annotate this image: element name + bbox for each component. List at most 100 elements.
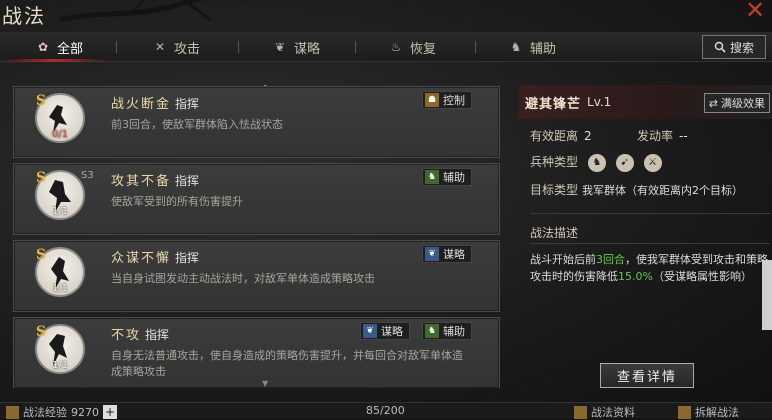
scroll-down-icon[interactable]: ▼: [262, 379, 268, 388]
horse-icon: ♞: [510, 40, 522, 54]
tag-label: 谋略: [443, 248, 465, 261]
desc-text: 战斗开始后前: [530, 253, 596, 266]
tag-scheme: ❦ 谋略: [360, 322, 410, 340]
scheme-icon: ❦: [363, 324, 377, 338]
tag-assist: ♞ 辅助: [422, 168, 472, 186]
tab-separator: [116, 41, 117, 53]
all-icon: ✿: [37, 40, 49, 54]
tab-scheme[interactable]: ❦ 谋略: [272, 32, 320, 62]
exp-icon: [6, 405, 19, 419]
range-row: 有效距离 2: [530, 127, 592, 144]
search-label: 搜索: [729, 40, 754, 55]
tactic-name: 不攻 指挥: [111, 324, 169, 343]
tactic-role: 指挥: [145, 328, 170, 342]
page-title: 战法: [2, 4, 46, 28]
decompose-icon: [678, 405, 691, 419]
tab-assist[interactable]: ♞ 辅助: [508, 32, 556, 62]
grade-badge: S: [36, 170, 47, 186]
tactic-detail-panel: 避其锋芒 Lv.1 ⇄ 满级效果 有效距离 2 发动率 -- 兵种类型 ♞ ➹ ⚔ …: [519, 85, 772, 395]
desc-title-text: 战法描述: [530, 226, 579, 240]
tactic-desc: 自身无法普通攻击，使自身造成的策略伤害提升，并每回合对敌军单体造成策略攻击: [111, 349, 463, 378]
grade-badge: S: [36, 247, 47, 263]
owned-count: 1/1: [52, 360, 69, 371]
rate-row: 发动率 --: [637, 127, 688, 144]
tactic-desc: 当自身试图发动主动战法时，对敌军单体造成策略攻击: [111, 272, 375, 285]
close-icon: ✕: [744, 0, 766, 24]
season-badge: S3: [81, 170, 94, 181]
tactic-name: 众谋不懈 指挥: [111, 247, 199, 266]
exp-value: 9270: [71, 405, 99, 419]
tab-recover-label: 恢复: [410, 41, 437, 57]
owned-count: 0/1: [52, 129, 69, 140]
tag-label: 辅助: [443, 171, 465, 184]
tag-label: 辅助: [443, 325, 465, 338]
spear-icon: ⚔: [643, 153, 662, 172]
rate-value: --: [679, 129, 688, 143]
tab-attack-label: 攻击: [174, 41, 201, 57]
book-icon: [574, 405, 587, 419]
detail-header: 避其锋芒 Lv.1 ⇄ 满级效果: [519, 85, 772, 119]
desc-title: 战法描述: [530, 224, 578, 241]
tactics-list[interactable]: ▲ S 0/1 战火断金指挥 前3回合，使敌军群体陷入怯战状态 ☗控制 S S3…: [10, 85, 503, 388]
desc-text: （受谋略属性影响）: [652, 270, 752, 283]
bottom-bar: 战法经验 9270 + 85/200 战法资料 拆解战法: [0, 402, 772, 419]
target-row: 目标类型 我军群体（有效距离内2个目标）: [530, 181, 743, 198]
tactic-name: 战火断金 指挥: [111, 93, 199, 112]
tab-separator: [355, 41, 356, 53]
target-value: 我军群体（有效距离内2个目标）: [582, 184, 744, 197]
add-exp-button[interactable]: +: [103, 405, 117, 419]
tactic-name-text: 战火断金: [111, 97, 172, 112]
tag-scheme: ❦ 谋略: [422, 245, 472, 263]
tactic-desc: 前3回合，使敌军群体陷入怯战状态: [111, 118, 283, 131]
tactic-role: 指挥: [175, 174, 200, 188]
tag-label: 控制: [443, 94, 465, 107]
assist-icon: ♞: [425, 170, 439, 184]
tab-scheme-label: 谋略: [294, 41, 321, 57]
switch-icon: ⇄: [708, 96, 718, 110]
tab-separator: [238, 41, 239, 53]
search-icon: [714, 41, 726, 53]
detail-name: 避其锋芒: [525, 96, 582, 112]
search-button[interactable]: 搜索: [702, 35, 766, 59]
detail-level: Lv.1: [587, 95, 612, 109]
tab-bar: ✿ 全部 ✕ 攻击 ❦ 谋略 ♨ 恢复 ♞ 辅助 搜索: [0, 32, 772, 62]
tactic-role: 指挥: [175, 97, 200, 111]
tactic-role: 指挥: [175, 251, 200, 265]
tactic-desc: 使敌军受到的所有伤害提升: [111, 195, 243, 208]
close-button[interactable]: ✕: [744, 0, 766, 22]
active-tab-indicator: [0, 59, 110, 62]
view-details-button[interactable]: 查看详情: [600, 363, 694, 388]
capacity-display: 85/200: [366, 404, 405, 417]
tactic-name-text: 攻其不备: [111, 174, 172, 189]
tactic-card[interactable]: S 1/1 众谋不懈 指挥 当自身试图发动主动战法时，对敌军单体造成策略攻击 ❦ 谋…: [13, 240, 500, 312]
tactic-card[interactable]: S S3 1/1 攻其不备 指挥 使敌军受到的所有伤害提升 ♞ 辅助: [13, 163, 500, 235]
tactic-card[interactable]: S 0/1 战火断金 指挥 前3回合，使敌军群体陷入怯战状态 ☗ 控制: [13, 86, 500, 158]
tab-assist-label: 辅助: [530, 41, 557, 57]
side-decoration: [762, 260, 772, 330]
tactic-name-text: 不攻: [111, 328, 142, 343]
archer-icon: ➹: [615, 153, 634, 172]
tag-assist: ♞ 辅助: [422, 322, 472, 340]
tag-label: 谋略: [381, 325, 403, 338]
scheme-icon: ❦: [425, 247, 439, 261]
assist-icon: ♞: [425, 324, 439, 338]
max-level-effect-button[interactable]: ⇄ 满级效果: [703, 93, 770, 113]
tactic-name: 攻其不备 指挥: [111, 170, 199, 189]
owned-count: 1/1: [52, 206, 69, 217]
tactic-card[interactable]: S 1/1 不攻 指挥 自身无法普通攻击，使自身造成的策略伤害提升，并每回合对敌军…: [13, 317, 500, 388]
divider: [530, 243, 770, 244]
range-value: 2: [584, 129, 592, 143]
tactic-name-text: 众谋不懈: [111, 251, 172, 266]
tab-attack[interactable]: ✕ 攻击: [152, 32, 200, 62]
detail-description: 战斗开始后前3回合，使我军群体受到攻击和策略攻击时的伤害降低15.0%（受谋略属…: [530, 251, 770, 285]
divider: [530, 213, 770, 214]
troop-row: 兵种类型 ♞ ➹ ⚔: [530, 153, 662, 172]
rate-label: 发动率: [637, 129, 674, 143]
pot-icon: ♨: [390, 40, 402, 54]
control-icon: ☗: [425, 93, 439, 107]
tab-recover[interactable]: ♨ 恢复: [388, 32, 436, 62]
grade-badge: S: [36, 93, 47, 109]
tab-all[interactable]: ✿ 全部: [35, 32, 83, 62]
grade-badge: S: [36, 324, 47, 340]
crossed-swords-icon: ✕: [154, 40, 166, 54]
